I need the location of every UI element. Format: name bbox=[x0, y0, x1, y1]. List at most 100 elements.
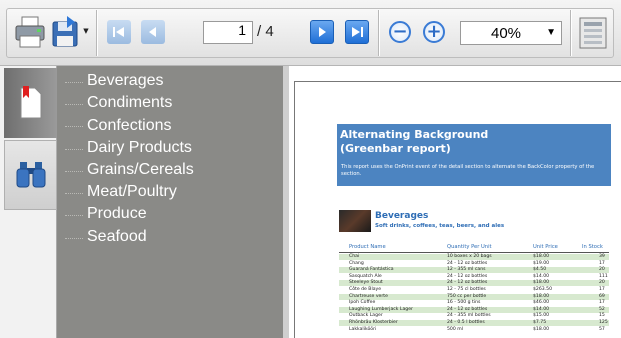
table-cell: 24 - 12 oz bottles bbox=[447, 273, 488, 279]
table-cell: 69 bbox=[599, 293, 605, 299]
table-cell: Chartreuse verte bbox=[349, 293, 388, 299]
table-cell: 10 boxes x 20 bags bbox=[447, 254, 492, 259]
outline-item-seafood[interactable]: Seafood bbox=[87, 228, 147, 246]
outline-item-confections[interactable]: Confections bbox=[87, 117, 172, 135]
page-total-label: / 4 bbox=[257, 23, 274, 40]
category-description: Soft drinks, coffees, teas, beers, and a… bbox=[375, 223, 505, 229]
table-row: Chang 24 - 12 oz bottles $19.00 17 bbox=[339, 261, 609, 267]
table-cell: 24 - 12 oz bottles bbox=[447, 260, 488, 266]
table-cell: 15 bbox=[599, 313, 605, 319]
table-cell: 125 bbox=[599, 320, 608, 325]
table-cell: 20 bbox=[599, 267, 605, 273]
table-row: Ipoh Coffee 16 - 500 g tins $46.00 17 bbox=[339, 300, 609, 306]
outline-item-beverages[interactable]: Beverages bbox=[87, 72, 164, 90]
table-cell: $18.00 bbox=[533, 326, 550, 332]
report-banner: Alternating Background (Greenbar report)… bbox=[337, 124, 611, 186]
zoom-value: 40% bbox=[491, 25, 522, 42]
zoom-in-icon[interactable]: + bbox=[423, 21, 445, 43]
binoculars-icon bbox=[16, 162, 45, 188]
bookmark-page-icon bbox=[20, 86, 41, 119]
table-cell: 16 - 500 g tins bbox=[447, 300, 481, 306]
table-cell: Chang bbox=[349, 260, 364, 266]
outline-item-condiments[interactable]: Condiments bbox=[87, 94, 172, 112]
table-cell: $46.00 bbox=[533, 300, 550, 306]
table-cell: 17 bbox=[599, 260, 605, 266]
tree-connector bbox=[65, 82, 83, 83]
table-row: Sasquatch Ale 24 - 12 oz bottles $14.00 111 bbox=[339, 274, 609, 280]
tree-connector bbox=[65, 126, 83, 127]
table-cell: 52 bbox=[599, 306, 605, 312]
table-cell: $18.00 bbox=[533, 254, 550, 259]
table-row: Steeleye Stout 24 - 12 oz bottles $18.00 20 bbox=[339, 280, 609, 287]
tree-connector bbox=[65, 215, 83, 216]
table-cell: $14.00 bbox=[533, 273, 550, 279]
table-cell: Sasquatch Ale bbox=[349, 273, 382, 279]
table-cell: 12 - 355 ml cans bbox=[447, 267, 486, 273]
table-cell: $7.75 bbox=[533, 320, 547, 325]
category-title: Beverages bbox=[375, 211, 429, 221]
table-row: Chartreuse verte 750 cc per bottle $18.00 6… bbox=[339, 293, 609, 300]
table-cell: Steeleye Stout bbox=[349, 280, 383, 286]
table-cell: Côte de Blaye bbox=[349, 287, 382, 292]
table-cell: 24 - 355 ml bottles bbox=[447, 313, 491, 319]
table-row: Guaraná Fantástica 12 - 355 ml cans $4.50 2… bbox=[339, 267, 609, 274]
table-cell: Ipoh Coffee bbox=[349, 300, 376, 306]
toolbar: ▼ 1 / 4 − + 40% ▼ bbox=[0, 0, 621, 66]
print-icon[interactable] bbox=[14, 14, 46, 50]
zoom-out-icon[interactable]: − bbox=[389, 21, 411, 43]
last-page-button[interactable] bbox=[345, 20, 369, 44]
tab-search[interactable] bbox=[4, 140, 57, 210]
tab-document-map[interactable] bbox=[4, 68, 57, 138]
table-cell: 12 - 75 cl bottles bbox=[447, 287, 486, 292]
table-cell: $263.50 bbox=[533, 287, 552, 292]
page-number-input[interactable]: 1 bbox=[203, 21, 253, 44]
table-cell: $15.00 bbox=[533, 313, 550, 319]
table-cell: 17 bbox=[599, 287, 605, 292]
table-row: Chai 10 boxes x 20 bags $18.00 39 bbox=[339, 254, 609, 260]
report-description: This report uses the OnPrint event of th… bbox=[341, 164, 595, 177]
outline-item-meat-poultry[interactable]: Meat/Poultry bbox=[87, 183, 177, 201]
column-header: In Stock bbox=[582, 244, 603, 250]
table-cell: Chai bbox=[349, 254, 360, 259]
table-cell: Outback Lager bbox=[349, 313, 383, 319]
first-page-button[interactable] bbox=[107, 20, 131, 44]
column-header: Quantity Per Unit bbox=[447, 244, 492, 250]
table-cell: Laughing Lumberjack Lager bbox=[349, 306, 413, 312]
chevron-down-icon[interactable]: ▼ bbox=[82, 27, 90, 35]
table-cell: Guaraná Fantástica bbox=[349, 267, 394, 273]
table-row: Rhönbräu Klosterbier 24 - 0.5 l bottles $7… bbox=[339, 320, 609, 326]
document-map-panel: Beverages Condiments Confections Dairy P… bbox=[57, 66, 283, 338]
table-cell: 20 bbox=[599, 280, 605, 286]
save-icon[interactable] bbox=[51, 16, 81, 48]
page-setup-icon[interactable] bbox=[577, 15, 609, 51]
table-cell: 24 - 0.5 l bottles bbox=[447, 320, 485, 325]
outline-item-produce[interactable]: Produce bbox=[87, 205, 147, 223]
header-rule bbox=[339, 252, 609, 253]
table-cell: $18.00 bbox=[533, 280, 550, 286]
category-image bbox=[339, 210, 371, 232]
toolbar-separator bbox=[96, 10, 98, 56]
table-cell: Rhönbräu Klosterbier bbox=[349, 320, 398, 325]
table-cell: 17 bbox=[599, 300, 605, 306]
toolbar-separator bbox=[570, 10, 572, 56]
sidebar-tabs bbox=[0, 66, 57, 338]
table-row: Outback Lager 24 - 355 ml bottles $15.00 15 bbox=[339, 313, 609, 319]
table-cell: $4.50 bbox=[533, 267, 547, 273]
outline-item-grains-cereals[interactable]: Grains/Cereals bbox=[87, 161, 194, 179]
column-header: Product Name bbox=[349, 244, 386, 250]
next-page-button[interactable] bbox=[310, 20, 334, 44]
tree-connector bbox=[65, 171, 83, 172]
chevron-down-icon: ▼ bbox=[546, 27, 556, 38]
outline-item-dairy-products[interactable]: Dairy Products bbox=[87, 139, 192, 157]
table-cell: 57 bbox=[599, 326, 605, 332]
report-preview[interactable]: Alternating Background (Greenbar report)… bbox=[289, 66, 621, 338]
table-cell: Lakkalikööri bbox=[349, 326, 377, 332]
table-cell: 39 bbox=[599, 254, 605, 259]
table-cell: $18.00 bbox=[533, 293, 550, 299]
zoom-select[interactable]: 40% ▼ bbox=[460, 21, 562, 45]
report-page: Alternating Background (Greenbar report)… bbox=[294, 81, 621, 338]
tree-connector bbox=[65, 193, 83, 194]
previous-page-button[interactable] bbox=[141, 20, 165, 44]
report-title: Alternating Background bbox=[340, 128, 489, 141]
table-cell: 24 - 12 oz bottles bbox=[447, 280, 488, 286]
